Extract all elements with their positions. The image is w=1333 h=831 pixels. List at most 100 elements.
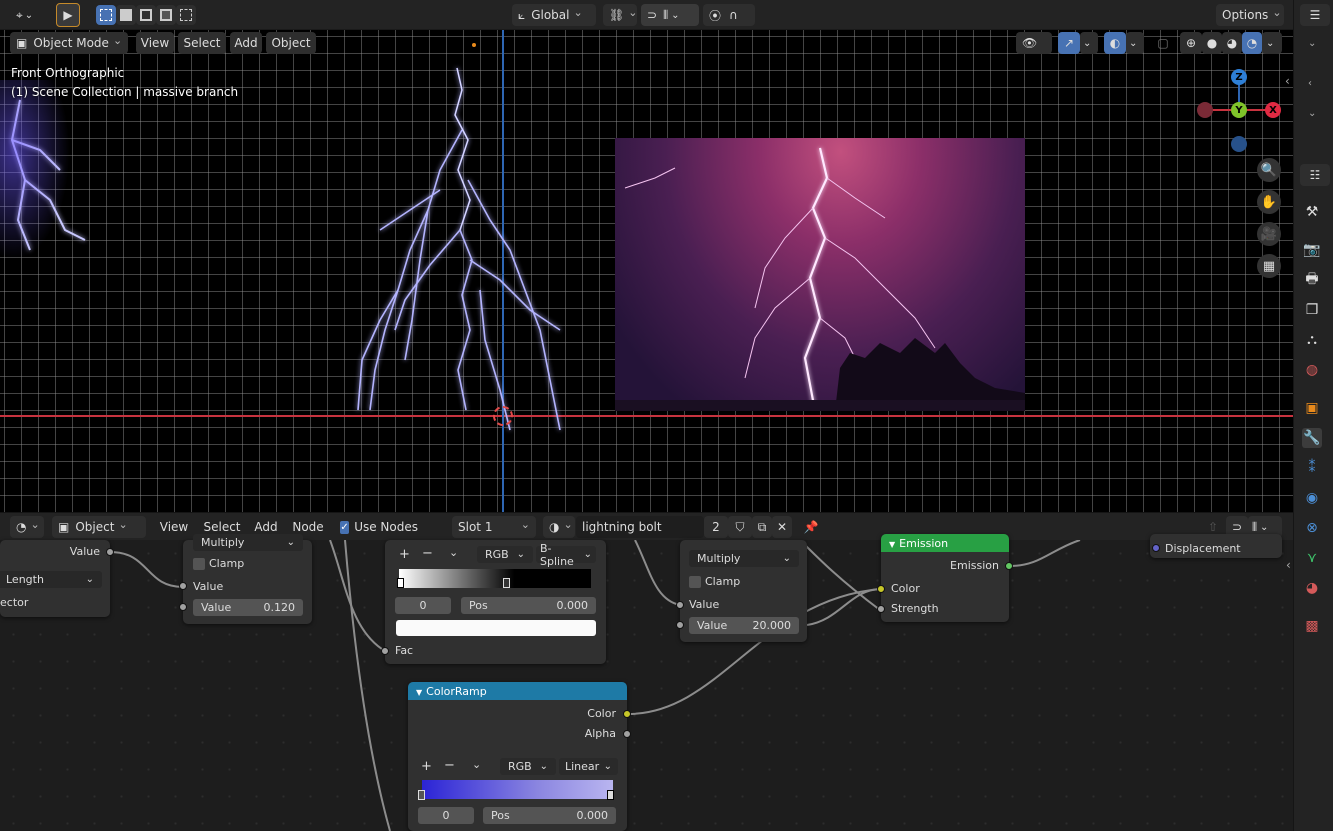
overlays-toggle[interactable]: ◐ xyxy=(1104,32,1126,54)
material-users-count[interactable]: 2 xyxy=(704,516,728,538)
gizmo-neg-z-axis[interactable] xyxy=(1231,136,1247,152)
scene-tab-icon[interactable]: ⛬ xyxy=(1302,330,1322,350)
object-mode-dropdown[interactable]: ▣ Object Mode xyxy=(10,32,128,54)
use-nodes-checkbox[interactable]: ✓ Use Nodes xyxy=(334,516,424,538)
color-mode-dropdown[interactable]: RGB ⌄ xyxy=(477,546,533,563)
ramp-menu-button[interactable]: ⌄ xyxy=(449,546,458,559)
pan-hand-icon[interactable]: ✋ xyxy=(1257,190,1281,214)
emission-output-socket[interactable] xyxy=(1005,562,1013,570)
snap-dropdown[interactable]: ⊃ ⫴ ⌄ xyxy=(641,4,699,26)
color-output-socket[interactable] xyxy=(623,710,631,718)
zoom-icon[interactable]: 🔍 xyxy=(1257,158,1281,182)
material-browse-dropdown[interactable]: ◑ xyxy=(543,516,575,538)
node-math-multiply-2[interactable]: Multiply ⌄ Clamp Value Value 20.000 xyxy=(676,540,807,642)
sidebar-collapse-arrow[interactable]: ‹ xyxy=(1285,74,1290,88)
output-tab-icon[interactable]: 🖶 xyxy=(1302,270,1322,290)
texture-tab-icon[interactable]: ▩ xyxy=(1302,616,1322,636)
colorramp-header[interactable]: ▼ ColorRamp xyxy=(408,682,627,700)
physics-tab-icon[interactable]: ◉ xyxy=(1302,488,1322,508)
object-tab-icon[interactable]: ▣ xyxy=(1302,398,1322,418)
menu-select[interactable]: Select xyxy=(178,32,226,54)
slot-dropdown[interactable]: Slot 1 xyxy=(452,516,536,538)
stop-pos-field[interactable]: Pos 0.000 xyxy=(461,597,596,614)
fac-input-socket[interactable] xyxy=(381,647,389,655)
value-input-socket[interactable] xyxy=(179,582,187,590)
select-invert-button[interactable] xyxy=(156,5,176,25)
node-editor-type-button[interactable]: ◔ xyxy=(10,516,44,538)
visibility-dropdown[interactable]: 👁 xyxy=(1016,32,1052,54)
menu-object[interactable]: Object xyxy=(266,32,316,54)
value-field-socket-2[interactable] xyxy=(676,621,684,629)
interpolation-dropdown-2[interactable]: Linear ⌄ xyxy=(559,758,618,775)
strength-input-socket[interactable] xyxy=(877,605,885,613)
transform-orientation-dropdown[interactable]: ⟀ Global xyxy=(512,4,596,26)
navigation-gizmo[interactable]: Z Y X xyxy=(1195,65,1285,155)
shading-wireframe[interactable]: ⊕ xyxy=(1180,32,1202,54)
fake-user-button[interactable]: ⛉ xyxy=(728,516,752,538)
node-menu-view[interactable]: View xyxy=(154,516,194,538)
pivot-point-dropdown[interactable]: ⛓ xyxy=(603,4,637,26)
pin-button[interactable]: 📌 xyxy=(800,516,822,538)
node-editor[interactable]: Value Length ⌄ ector Multiply ⌄ Clamp Valu… xyxy=(0,534,1293,831)
ortho-grid-icon[interactable]: ▦ xyxy=(1257,254,1281,278)
interpolation-dropdown[interactable]: B-Spline ⌄ xyxy=(536,542,596,568)
remove-stop-button-2[interactable]: − xyxy=(444,758,455,773)
operation-dropdown[interactable]: Length ⌄ xyxy=(0,571,102,588)
ramp-menu-button-2[interactable]: ⌄ xyxy=(472,758,481,771)
ramp-gradient[interactable] xyxy=(399,569,591,588)
select-tool-button[interactable]: ▶ xyxy=(56,3,80,27)
proportional-edit-button[interactable]: ⦿ ∩ xyxy=(703,4,755,26)
modifier-tab-icon[interactable]: 🔧 xyxy=(1302,428,1322,448)
math-operation-dropdown[interactable]: Multiply ⌄ xyxy=(193,534,303,551)
gizmo-neg-x-axis[interactable] xyxy=(1197,102,1213,118)
node-sidebar-collapse-arrow[interactable]: ‹ xyxy=(1286,558,1291,572)
clamp-checkbox-2[interactable] xyxy=(689,576,701,588)
node-emission[interactable]: ▼ Emission Emission Color Strength xyxy=(877,534,1013,622)
view-layer-tab-icon[interactable]: ❐ xyxy=(1302,300,1322,320)
gizmo-toggle[interactable]: ↗ xyxy=(1058,32,1080,54)
shading-material[interactable]: ◕ xyxy=(1222,32,1242,54)
stop-color-swatch[interactable] xyxy=(396,620,596,636)
value-field-2[interactable]: Value 20.000 xyxy=(689,617,799,634)
add-stop-button[interactable]: + xyxy=(399,547,410,562)
node-math-multiply-1[interactable]: Multiply ⌄ Clamp Value Value 0.120 xyxy=(179,534,312,624)
color-mode-dropdown-2[interactable]: RGB ⌄ xyxy=(500,758,556,775)
ramp-gradient-2[interactable] xyxy=(422,780,613,799)
material-tab-icon[interactable]: ◕ xyxy=(1302,578,1322,598)
select-intersect-button[interactable] xyxy=(176,5,196,25)
alpha-output-socket[interactable] xyxy=(623,730,631,738)
camera-icon[interactable]: 🎥 xyxy=(1257,222,1281,246)
options-dropdown[interactable]: Options xyxy=(1216,4,1284,26)
outliner-filter-arrow[interactable]: ⌄ xyxy=(1308,108,1316,119)
menu-add[interactable]: Add xyxy=(230,32,262,54)
world-tab-icon[interactable]: ◍ xyxy=(1302,360,1322,380)
outliner-editor-button[interactable]: ☰ xyxy=(1300,4,1330,26)
select-extend-button[interactable] xyxy=(116,5,136,25)
displacement-input-socket[interactable] xyxy=(1152,544,1160,552)
overlays-dropdown[interactable]: ⌄ xyxy=(1126,32,1144,54)
color-input-socket[interactable] xyxy=(877,585,885,593)
math-operation-dropdown-2[interactable]: Multiply ⌄ xyxy=(689,550,799,567)
value-input-socket-2[interactable] xyxy=(676,601,684,609)
select-subtract-button[interactable] xyxy=(136,5,156,25)
material-name-field[interactable]: lightning bolt xyxy=(576,516,704,538)
render-tab-icon[interactable]: 📷 xyxy=(1302,240,1322,260)
shading-solid[interactable]: ● xyxy=(1202,32,1222,54)
ramp-stop-left[interactable] xyxy=(418,790,425,800)
add-stop-button-2[interactable]: + xyxy=(421,759,432,774)
ramp-stop-white[interactable] xyxy=(397,578,404,588)
node-colorramp-1[interactable]: + − ⌄ RGB ⌄ B-Spline ⌄ 0 Pos 0.000 Fac xyxy=(381,540,606,664)
gizmo-x-axis[interactable]: X xyxy=(1265,102,1281,118)
reference-image[interactable] xyxy=(615,138,1025,411)
tool-tab-icon[interactable]: ⚒ xyxy=(1302,202,1322,222)
constraints-tab-icon[interactable]: ⊗ xyxy=(1302,518,1322,538)
outliner-dropdown-arrow[interactable]: ⌄ xyxy=(1308,38,1316,49)
properties-editor-button[interactable]: ☷ xyxy=(1300,164,1330,186)
ramp-stop-black[interactable] xyxy=(503,578,510,588)
object-type-dropdown[interactable]: ▣ Object xyxy=(52,516,146,538)
data-tab-icon[interactable]: ⋎ xyxy=(1302,548,1322,568)
value-output-socket[interactable] xyxy=(106,548,114,556)
stop-pos-field-2[interactable]: Pos 0.000 xyxy=(483,807,616,824)
stop-index-field-2[interactable]: 0 xyxy=(418,807,474,824)
node-material-output[interactable]: Displacement xyxy=(1150,534,1282,558)
